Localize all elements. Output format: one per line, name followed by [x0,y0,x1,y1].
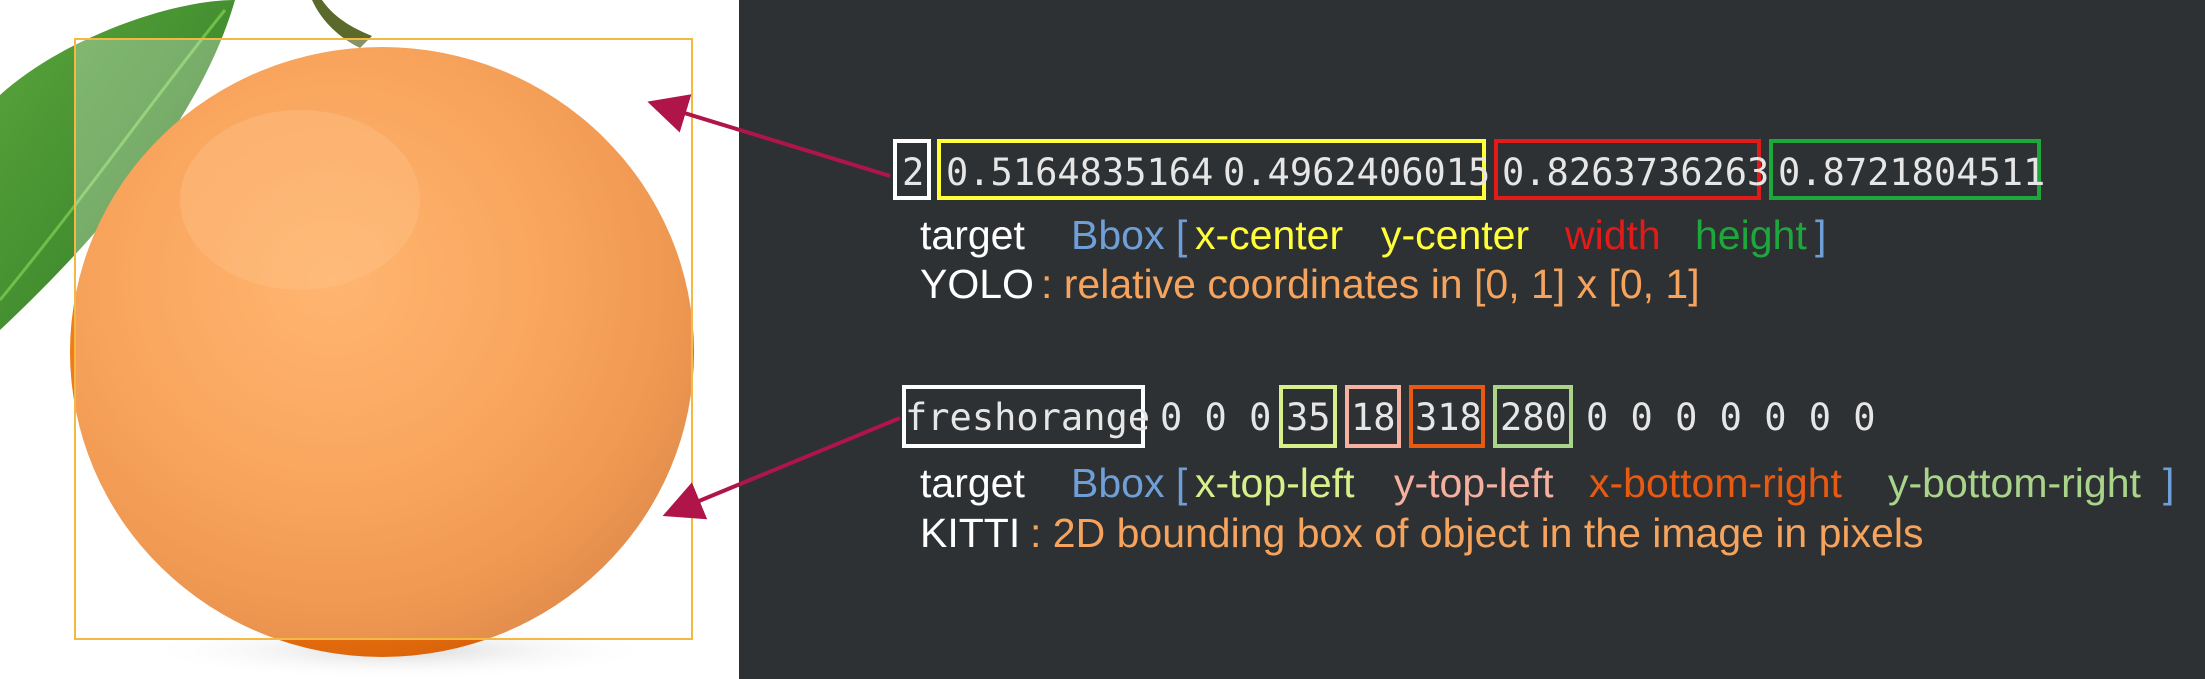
kitti-zeros-after: 0 0 0 0 0 0 0 [1586,396,1876,439]
kitti-format-desc: : 2D bounding box of object in the image… [1030,510,1924,556]
bbox-overlay [74,38,693,640]
kitti-target-label: target [920,460,1025,506]
kitti-class-value: freshorange [905,396,1151,439]
kitti-ytl-value: 18 [1351,396,1396,439]
yolo-format-name: YOLO [920,261,1034,307]
yolo-class-value: 2 [902,151,925,194]
kitti-xbr-label: x-bottom-right [1589,460,1842,506]
kitti-format-name: KITTI [920,510,1021,556]
kitti-bbox-open-label: Bbox [ [1071,460,1188,506]
yolo-width-label: width [1565,212,1661,258]
kitti-bbox-close-label: ] [2163,460,2175,506]
yolo-width-value: 0.8263736263 [1502,151,1770,194]
yolo-x-center-value: 0.5164835164 [946,151,1214,194]
yolo-height-label: height [1695,212,1807,258]
yolo-bbox-close-label: ] [1815,212,1827,258]
kitti-xtl-value: 35 [1286,396,1331,439]
orange-fruit-image [0,0,694,679]
kitti-xbr-value: 318 [1415,396,1482,439]
yolo-xcenter-label: x-center [1195,212,1344,258]
yolo-format-desc: : relative coordinates in [0, 1] x [0, 1… [1041,261,1700,307]
yolo-target-label: target [920,212,1025,258]
yolo-bbox-open-label: Bbox [ [1071,212,1188,258]
kitti-ytl-label: y-top-left [1394,460,1554,506]
yolo-height-value: 0.8721804511 [1778,151,2046,194]
kitti-ybr-label: y-bottom-right [1888,460,2141,506]
annotation-panel [739,0,2205,679]
kitti-xtl-label: x-top-left [1195,460,1355,506]
yolo-ycenter-label: y-center [1381,212,1530,258]
kitti-ybr-value: 280 [1500,396,1567,439]
kitti-zeros-before: 0 0 0 [1160,396,1272,439]
yolo-y-center-value: 0.4962406015 [1223,151,1491,194]
orange-image-panel [0,0,739,679]
